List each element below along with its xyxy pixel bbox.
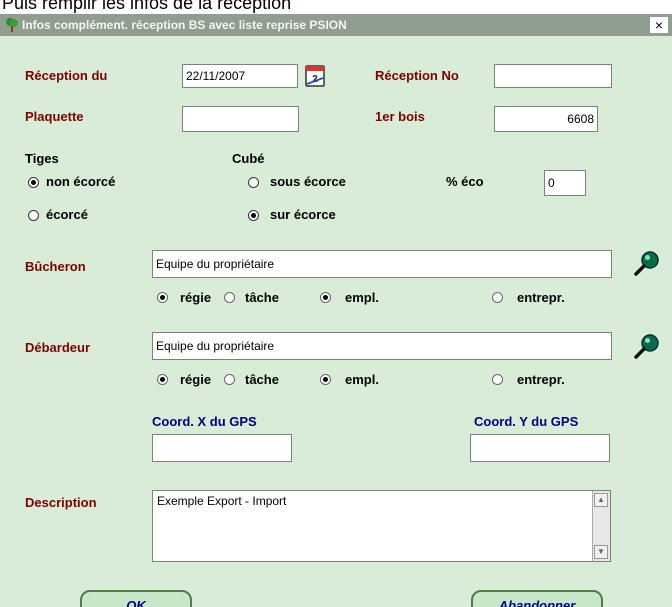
- debardeur-tache-label: tâche: [245, 372, 279, 387]
- description-text: Exemple Export - Import: [157, 494, 287, 508]
- bucheron-magnifier-icon[interactable]: [633, 249, 661, 277]
- bucheron-input[interactable]: [152, 250, 612, 278]
- gps-x-input[interactable]: [152, 434, 292, 462]
- premier-bois-label: 1er bois: [375, 109, 425, 124]
- reception-no-input[interactable]: [494, 64, 612, 88]
- description-textarea[interactable]: Exemple Export - Import ▲ ▼: [152, 490, 611, 562]
- bucheron-tache-label: tâche: [245, 290, 279, 305]
- debardeur-magnifier-icon[interactable]: [633, 332, 661, 360]
- debardeur-tache-radio[interactable]: [224, 374, 235, 385]
- debardeur-empl-radio[interactable]: [320, 374, 331, 385]
- debardeur-regie-radio[interactable]: [157, 374, 168, 385]
- cube-sur-ecorce-radio[interactable]: [248, 210, 259, 221]
- premier-bois-input[interactable]: [494, 106, 598, 132]
- tiges-ecorce-radio[interactable]: [28, 210, 39, 221]
- tiges-ecorce-label: écorcé: [46, 207, 88, 222]
- bucheron-entrepr-radio[interactable]: [492, 292, 503, 303]
- title-bar: Infos complément. réception BS avec list…: [0, 14, 672, 36]
- debardeur-regie-label: régie: [180, 372, 212, 387]
- tiges-non-ecorce-label: non écorcé: [46, 174, 116, 189]
- description-label: Description: [25, 495, 97, 510]
- bucheron-empl-label: empl.: [345, 290, 379, 305]
- dialog-window: Infos complément. réception BS avec list…: [0, 14, 672, 607]
- scroll-up-arrow-icon[interactable]: ▲: [594, 493, 608, 507]
- tiges-label: Tiges: [25, 151, 59, 166]
- bucheron-entrepr-label: entrepr.: [517, 290, 565, 305]
- cube-sous-ecorce-radio[interactable]: [248, 177, 259, 188]
- pct-eco-input[interactable]: [544, 170, 586, 196]
- close-button[interactable]: ×: [650, 17, 668, 33]
- calendar-icon[interactable]: 2: [303, 64, 327, 88]
- bucheron-tache-radio[interactable]: [224, 292, 235, 303]
- scroll-down-arrow-icon[interactable]: ▼: [594, 545, 608, 559]
- tiges-non-ecorce-radio[interactable]: [28, 177, 39, 188]
- debardeur-entrepr-radio[interactable]: [492, 374, 503, 385]
- bucheron-regie-label: régie: [180, 290, 212, 305]
- reception-du-label: Réception du: [25, 68, 108, 83]
- cube-label: Cubé: [232, 151, 265, 166]
- debardeur-label: Débardeur: [25, 340, 91, 355]
- bucheron-label: Bûcheron: [25, 259, 86, 274]
- abandonner-button[interactable]: Abandonner: [471, 590, 603, 607]
- gps-y-label: Coord. Y du GPS: [474, 414, 579, 429]
- pct-eco-label: % éco: [446, 174, 484, 189]
- cube-sous-ecorce-label: sous écorce: [270, 174, 346, 189]
- caption-text: Puis remplir les infos de la réception: [2, 0, 292, 13]
- bucheron-empl-radio[interactable]: [320, 292, 331, 303]
- description-scrollbar[interactable]: ▲ ▼: [592, 491, 610, 561]
- tree-icon: [6, 18, 18, 32]
- gps-x-label: Coord. X du GPS: [152, 414, 257, 429]
- plaquette-input[interactable]: [182, 106, 299, 132]
- ok-button[interactable]: OK: [80, 590, 192, 607]
- debardeur-empl-label: empl.: [345, 372, 379, 387]
- window-title: Infos complément. réception BS avec list…: [22, 18, 347, 32]
- cube-sur-ecorce-label: sur écorce: [270, 207, 336, 222]
- reception-date-input[interactable]: [182, 64, 298, 88]
- reception-no-label: Réception No: [375, 68, 459, 83]
- debardeur-input[interactable]: [152, 332, 612, 360]
- bucheron-regie-radio[interactable]: [157, 292, 168, 303]
- plaquette-label: Plaquette: [25, 109, 84, 124]
- gps-y-input[interactable]: [470, 434, 610, 462]
- debardeur-entrepr-label: entrepr.: [517, 372, 565, 387]
